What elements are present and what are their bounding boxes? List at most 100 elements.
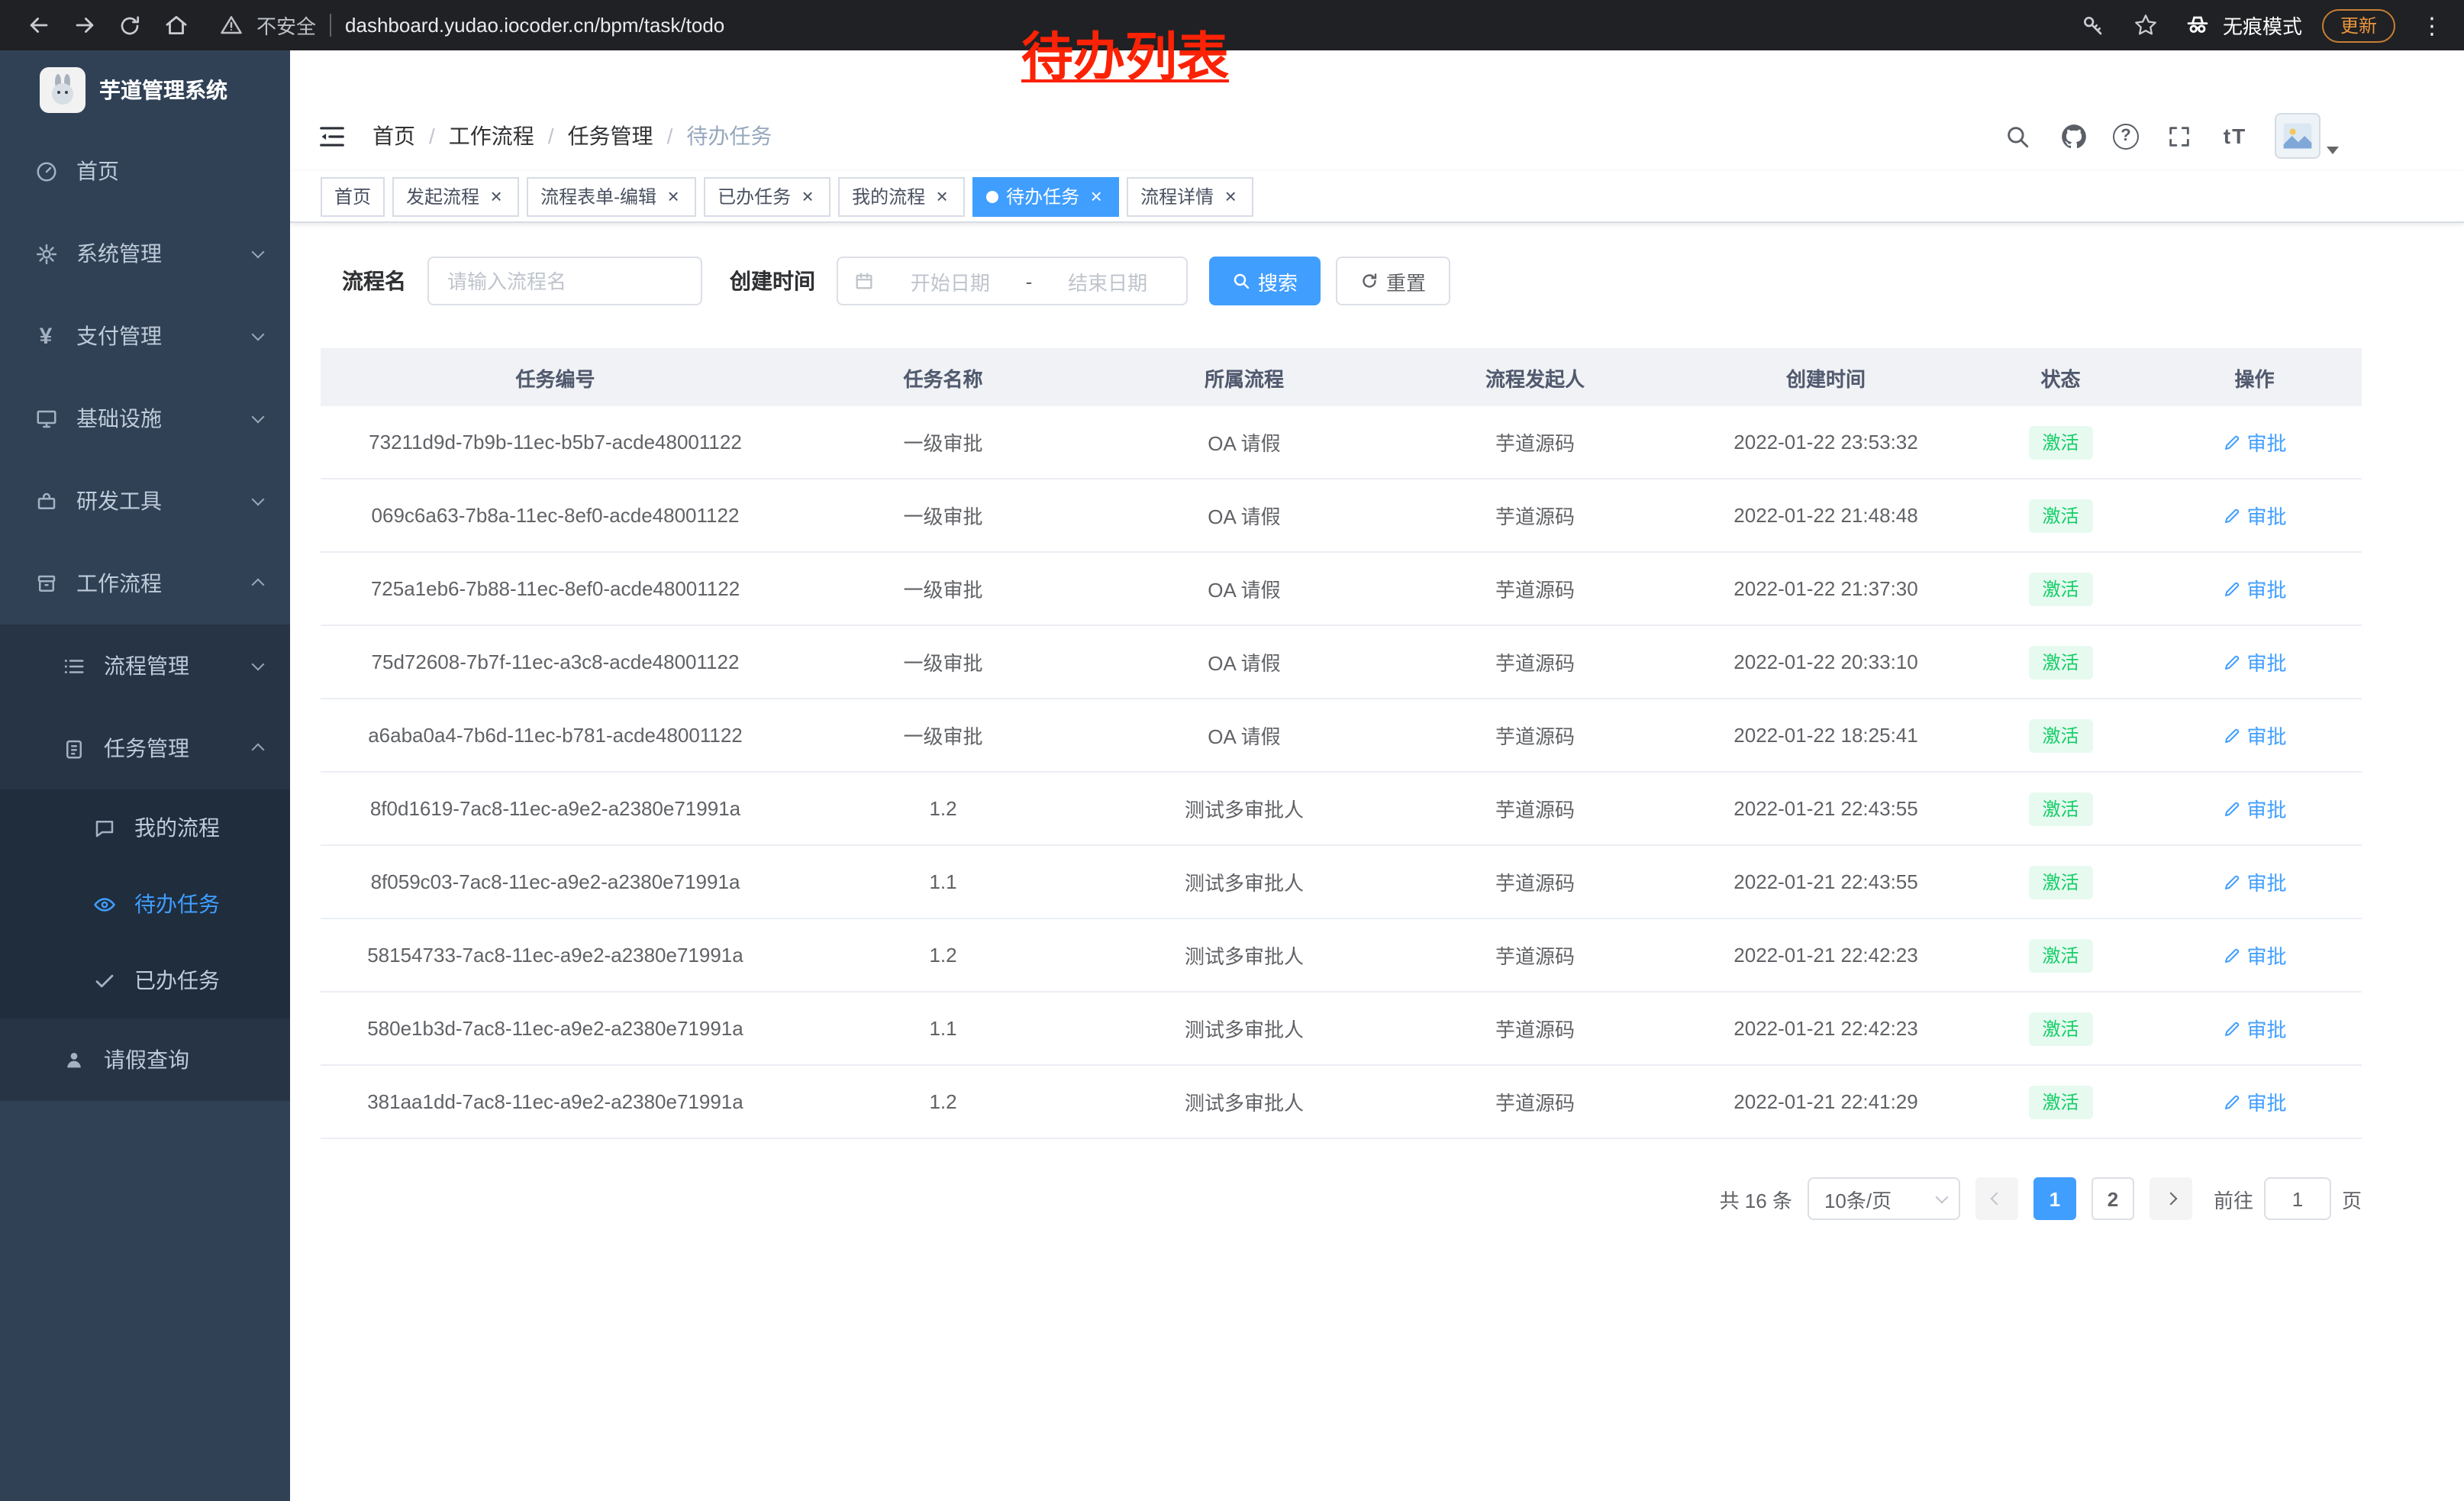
cell-initiator: 芋道源码	[1392, 647, 1678, 676]
browser-back-button[interactable]	[15, 4, 61, 47]
edit-icon	[2223, 653, 2241, 671]
process-name-input[interactable]	[427, 257, 702, 305]
cell-task-name: 1.1	[790, 870, 1096, 893]
cell-initiator: 芋道源码	[1392, 1087, 1678, 1116]
approve-link[interactable]: 审批	[2223, 501, 2287, 530]
tab-process-form-edit[interactable]: 流程表单-编辑	[527, 176, 696, 216]
sidebar-item-leave-query[interactable]: 请假查询	[0, 1018, 290, 1101]
tab-start-process[interactable]: 发起流程	[392, 176, 519, 216]
prev-page-button[interactable]	[1975, 1177, 2018, 1220]
browser-reload-button[interactable]	[107, 4, 153, 47]
sidebar-item-devtools[interactable]: 研发工具	[0, 460, 290, 542]
page-1-button[interactable]: 1	[2033, 1177, 2076, 1220]
tab-process-detail[interactable]: 流程详情	[1127, 176, 1253, 216]
browser-home-button[interactable]	[153, 4, 198, 47]
approve-link[interactable]: 审批	[2223, 647, 2287, 676]
chevron-down-icon	[253, 212, 263, 295]
caret-down-icon	[2327, 147, 2339, 154]
sidebar-item-todo-tasks[interactable]: 待办任务	[0, 866, 290, 942]
goto-page-input[interactable]	[2264, 1177, 2331, 1220]
bookmark-star-icon[interactable]	[2130, 8, 2163, 42]
breadcrumb-current: 待办任务	[686, 121, 772, 151]
approve-link[interactable]: 审批	[2223, 867, 2287, 896]
approve-link[interactable]: 审批	[2223, 1087, 2287, 1116]
close-icon[interactable]	[664, 186, 682, 207]
tab-home[interactable]: 首页	[321, 176, 385, 216]
sidebar-item-label: 支付管理	[76, 321, 162, 351]
sidebar-item-my-process[interactable]: 我的流程	[0, 789, 290, 866]
sidebar-item-home[interactable]: 首页	[0, 130, 290, 212]
sidebar-collapse-icon[interactable]	[314, 119, 348, 153]
sidebar-item-system[interactable]: 系统管理	[0, 212, 290, 295]
cell-task-id: 8f059c03-7ac8-11ec-a9e2-a2380e71991a	[321, 870, 790, 893]
home-icon	[163, 12, 189, 38]
close-icon[interactable]	[1221, 186, 1240, 207]
next-page-button[interactable]	[2150, 1177, 2192, 1220]
fullscreen-icon[interactable]	[2162, 119, 2195, 153]
update-button[interactable]: 更新	[2322, 8, 2395, 42]
chevron-left-icon	[1990, 1193, 2003, 1206]
todo-task-table: 任务编号 任务名称 所属流程 流程发起人 创建时间 状态 操作 73211d9d…	[321, 348, 2362, 1139]
breadcrumb-task-management[interactable]: 任务管理	[568, 121, 653, 151]
browser-forward-button[interactable]	[61, 4, 107, 47]
breadcrumb-workflow[interactable]: 工作流程	[449, 121, 534, 151]
font-size-icon[interactable]	[2218, 119, 2252, 153]
approve-link[interactable]: 审批	[2223, 1014, 2287, 1043]
sidebar: 芋道管理系统 首页 系统管理 ¥ 支付管理 基础设施	[0, 50, 290, 1501]
sidebar-item-done-tasks[interactable]: 已办任务	[0, 942, 290, 1018]
close-icon[interactable]	[487, 186, 505, 207]
date-range-picker[interactable]: 开始日期 - 结束日期	[837, 257, 1188, 305]
breadcrumb-home[interactable]: 首页	[373, 121, 415, 151]
cell-process: OA 请假	[1096, 574, 1392, 603]
status-badge: 激活	[2029, 938, 2093, 972]
sidebar-item-label: 我的流程	[134, 812, 220, 843]
cell-created: 2022-01-21 22:41:29	[1678, 1090, 1974, 1113]
sidebar-item-infra[interactable]: 基础设施	[0, 377, 290, 460]
goto-unit-label: 页	[2342, 1184, 2362, 1213]
tab-my-process[interactable]: 我的流程	[838, 176, 965, 216]
table-row: 381aa1dd-7ac8-11ec-a9e2-a2380e71991a 1.2…	[321, 1066, 2362, 1139]
close-icon[interactable]	[1087, 186, 1105, 207]
search-button[interactable]: 搜索	[1209, 257, 1321, 305]
header-actions	[2000, 113, 2440, 159]
breadcrumb-separator	[429, 124, 435, 148]
table-row: 8f0d1619-7ac8-11ec-a9e2-a2380e71991a 1.2…	[321, 773, 2362, 846]
approve-link[interactable]: 审批	[2223, 721, 2287, 750]
sidebar-item-payment[interactable]: ¥ 支付管理	[0, 295, 290, 377]
reset-button[interactable]: 重置	[1336, 257, 1450, 305]
approve-link[interactable]: 审批	[2223, 941, 2287, 970]
cell-initiator: 芋道源码	[1392, 941, 1678, 970]
github-icon[interactable]	[2056, 119, 2090, 153]
page-size-value: 10条/页	[1824, 1184, 1892, 1213]
tab-done-tasks[interactable]: 已办任务	[704, 176, 830, 216]
key-icon[interactable]	[2076, 8, 2110, 42]
cell-process: OA 请假	[1096, 501, 1392, 530]
edit-icon	[2223, 799, 2241, 818]
status-badge: 激活	[2029, 865, 2093, 899]
docs-help-icon[interactable]	[2113, 123, 2139, 149]
close-icon[interactable]	[798, 186, 817, 207]
browser-menu-icon[interactable]	[2415, 8, 2449, 42]
page-2-button[interactable]: 2	[2091, 1177, 2134, 1220]
toolbox-icon	[34, 489, 58, 513]
close-icon[interactable]	[933, 186, 951, 207]
sidebar-item-process-management[interactable]: 流程管理	[0, 625, 290, 707]
search-icon[interactable]	[2000, 119, 2033, 153]
tab-todo-tasks[interactable]: 待办任务	[972, 176, 1119, 216]
user-avatar[interactable]	[2275, 113, 2320, 159]
user-menu[interactable]	[2275, 113, 2339, 159]
approve-link[interactable]: 审批	[2223, 574, 2287, 603]
create-time-label: 创建时间	[730, 266, 815, 296]
page-size-select[interactable]: 10条/页	[1808, 1177, 1960, 1220]
start-date-placeholder: 开始日期	[887, 266, 1014, 295]
tab-label: 我的流程	[852, 183, 925, 209]
cell-process: OA 请假	[1096, 721, 1392, 750]
cell-initiator: 芋道源码	[1392, 428, 1678, 457]
goto-label: 前往	[2214, 1184, 2253, 1213]
approve-link[interactable]: 审批	[2223, 794, 2287, 823]
sidebar-item-workflow[interactable]: 工作流程	[0, 542, 290, 625]
sidebar-item-task-management[interactable]: 任务管理	[0, 707, 290, 789]
sidebar-item-label: 研发工具	[76, 486, 162, 516]
approve-link[interactable]: 审批	[2223, 428, 2287, 457]
cell-initiator: 芋道源码	[1392, 501, 1678, 530]
